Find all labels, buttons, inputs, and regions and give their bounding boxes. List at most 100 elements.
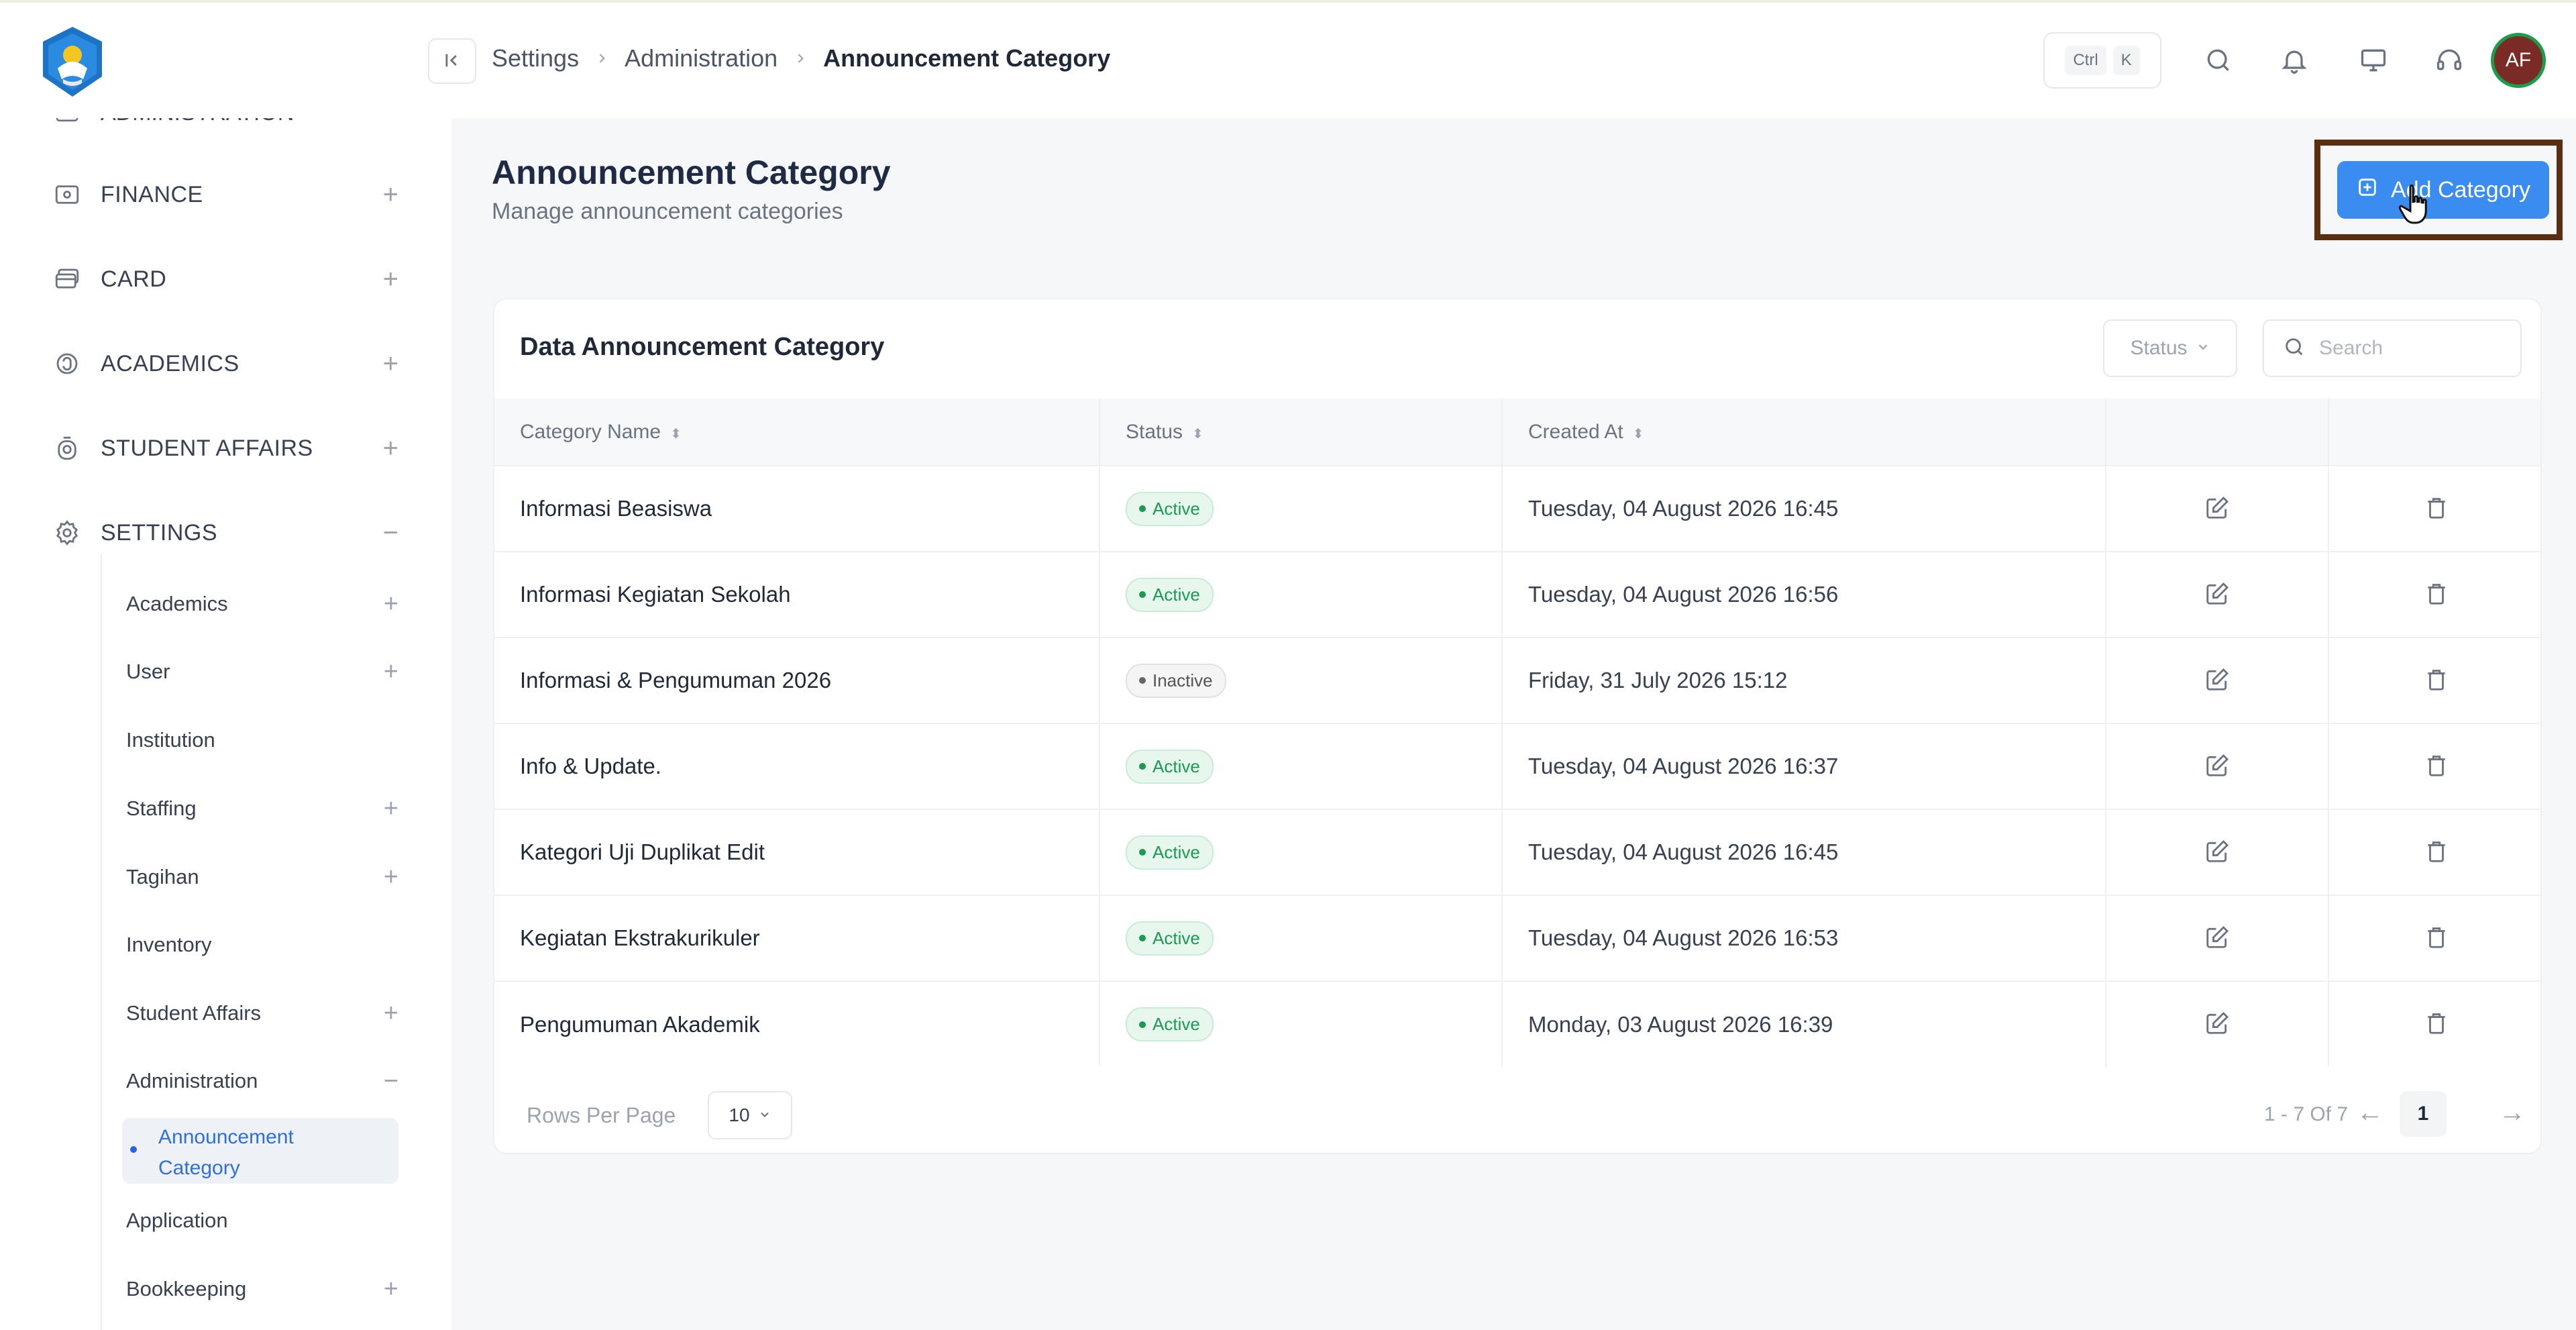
sidebar-item-inventory[interactable]: Inventory — [126, 921, 398, 968]
status-badge: Active — [1126, 491, 1214, 526]
submenu-guide-line — [101, 554, 102, 1330]
status-dot — [1139, 505, 1146, 512]
status-badge: Active — [1126, 835, 1214, 870]
edit-icon[interactable] — [2201, 578, 2233, 610]
trash-icon[interactable] — [2420, 750, 2453, 782]
cell-status: Active — [1099, 466, 1503, 552]
sidebar-item-administration[interactable]: Administration − — [126, 1058, 398, 1105]
cell-edit — [2106, 723, 2329, 809]
cell-created-at: Friday, 31 July 2026 15:12 — [1502, 637, 2106, 723]
next-page-arrow-icon[interactable]: → — [2499, 1099, 2526, 1126]
sidebar-section-settings[interactable]: SETTINGS − — [50, 506, 398, 560]
sort-icon: ⬍ — [1632, 426, 1644, 442]
sidebar-section-clipped[interactable]: ADMINISTRATION — [50, 118, 398, 133]
status-filter-select[interactable]: Status — [2103, 319, 2237, 377]
status-text: Active — [1152, 756, 1200, 776]
cell-delete — [2328, 723, 2540, 809]
cell-status: Active — [1099, 809, 1503, 895]
expand-icon: + — [383, 862, 398, 891]
collapse-sidebar-button[interactable] — [428, 38, 476, 84]
sidebar-item-label: User — [126, 660, 170, 683]
breadcrumb: Settings Administration Announcement Cat… — [492, 44, 1110, 72]
search-icon[interactable] — [2202, 44, 2235, 76]
cell-category-name: Kegiatan Ekstrakurikuler — [494, 895, 1100, 981]
command-palette-shortcut[interactable]: Ctrl K — [2043, 32, 2161, 89]
expand-icon: + — [382, 179, 398, 209]
sidebar-item-label: Application — [126, 1209, 228, 1232]
column-header-category-name[interactable]: Category Name ⬍ — [494, 399, 1100, 466]
rows-per-page-select[interactable]: 10 — [708, 1091, 792, 1139]
page-title: Announcement Category — [492, 154, 891, 191]
trash-icon[interactable] — [2420, 835, 2453, 868]
sidebar-item-announcement-category[interactable]: Announcement Category — [122, 1118, 398, 1184]
trash-icon[interactable] — [2420, 664, 2453, 696]
trash-icon[interactable] — [2420, 921, 2453, 954]
edit-icon[interactable] — [2201, 835, 2233, 868]
sidebar-item-tagihan[interactable]: Tagihan + — [126, 854, 398, 901]
edit-icon[interactable] — [2201, 664, 2233, 696]
expand-icon: + — [383, 999, 398, 1027]
status-badge: Active — [1126, 921, 1214, 956]
add-category-button[interactable]: Add Category — [2337, 161, 2549, 219]
status-dot — [1139, 1021, 1146, 1028]
status-dot — [1139, 591, 1146, 598]
column-header-created-at[interactable]: Created At ⬍ — [1502, 399, 2106, 466]
search-field[interactable] — [2263, 319, 2522, 377]
edit-icon[interactable] — [2201, 750, 2233, 782]
sidebar-item-label: Staffing — [126, 797, 197, 820]
headset-icon[interactable] — [2433, 44, 2465, 76]
edit-icon[interactable] — [2201, 492, 2233, 524]
trash-icon[interactable] — [2420, 578, 2453, 610]
sidebar-section-finance[interactable]: FINANCE + — [50, 168, 398, 221]
status-badge: Active — [1126, 577, 1214, 612]
cell-category-name: Kategori Uji Duplikat Edit — [494, 809, 1100, 895]
previous-page-arrow-icon[interactable]: ← — [2357, 1099, 2383, 1126]
status-text: Active — [1152, 1014, 1200, 1034]
status-badge: Inactive — [1126, 663, 1226, 698]
academics-icon — [50, 346, 85, 381]
sidebar-section-academics[interactable]: ACADEMICS + — [50, 337, 398, 391]
page-subtitle: Manage announcement categories — [492, 199, 843, 224]
sidebar-item-label: Announcement Category — [158, 1126, 294, 1179]
sidebar-section-card[interactable]: CARD + — [50, 252, 398, 306]
table-row: Informasi Beasiswa Active Tuesday, 04 Augu… — [494, 466, 2540, 552]
monitor-icon[interactable] — [2357, 44, 2390, 76]
sidebar-item-bookkeeping[interactable]: Bookkeeping + — [126, 1266, 398, 1313]
user-avatar[interactable]: AF — [2491, 33, 2546, 88]
sidebar-item-student-affairs[interactable]: Student Affairs + — [126, 990, 398, 1037]
sort-icon: ⬍ — [1192, 426, 1203, 442]
expand-icon: + — [382, 433, 398, 463]
sidebar-item-user[interactable]: User + — [126, 648, 398, 695]
page-number-button[interactable]: 1 — [2400, 1091, 2447, 1137]
cell-status: Active — [1099, 981, 1503, 1067]
category-name: Informasi Kegiatan Sekolah — [520, 582, 791, 607]
table-row: Kegiatan Ekstrakurikuler Active Tuesday, 0… — [494, 895, 2540, 981]
pagination-range: 1 - 7 Of 7 — [2264, 1103, 2349, 1125]
sidebar-item-application[interactable]: Application — [126, 1197, 398, 1244]
cell-delete — [2328, 895, 2540, 981]
sidebar-section-student-affairs[interactable]: STUDENT AFFAIRS + — [50, 421, 398, 475]
breadcrumb-settings[interactable]: Settings — [492, 44, 579, 72]
created-at: Monday, 03 August 2026 16:39 — [1528, 1011, 1833, 1037]
collapse-icon: − — [383, 1066, 398, 1095]
sidebar-item-label: Institution — [126, 728, 215, 752]
chevron-right-icon — [595, 52, 608, 65]
status-dot — [1139, 935, 1146, 941]
edit-icon[interactable] — [2201, 921, 2233, 954]
cell-category-name: Informasi Beasiswa — [494, 466, 1100, 552]
bell-icon[interactable] — [2278, 44, 2310, 76]
created-at: Tuesday, 04 August 2026 16:53 — [1528, 925, 1839, 950]
sidebar-item-academics[interactable]: Academics + — [126, 580, 398, 627]
status-dot — [1139, 763, 1146, 770]
trash-icon[interactable] — [2420, 1007, 2453, 1039]
sidebar-item-institution[interactable]: Institution — [126, 717, 398, 764]
search-input[interactable] — [2319, 337, 2507, 360]
column-header-status[interactable]: Status ⬍ — [1099, 399, 1503, 466]
breadcrumb-administration[interactable]: Administration — [625, 44, 777, 72]
cell-created-at: Tuesday, 04 August 2026 16:45 — [1502, 809, 2106, 895]
app-logo[interactable] — [38, 25, 107, 99]
rows-per-page-label: Rows Per Page — [527, 1103, 676, 1127]
sidebar-item-staffing[interactable]: Staffing + — [126, 785, 398, 832]
trash-icon[interactable] — [2420, 492, 2453, 524]
edit-icon[interactable] — [2201, 1007, 2233, 1039]
